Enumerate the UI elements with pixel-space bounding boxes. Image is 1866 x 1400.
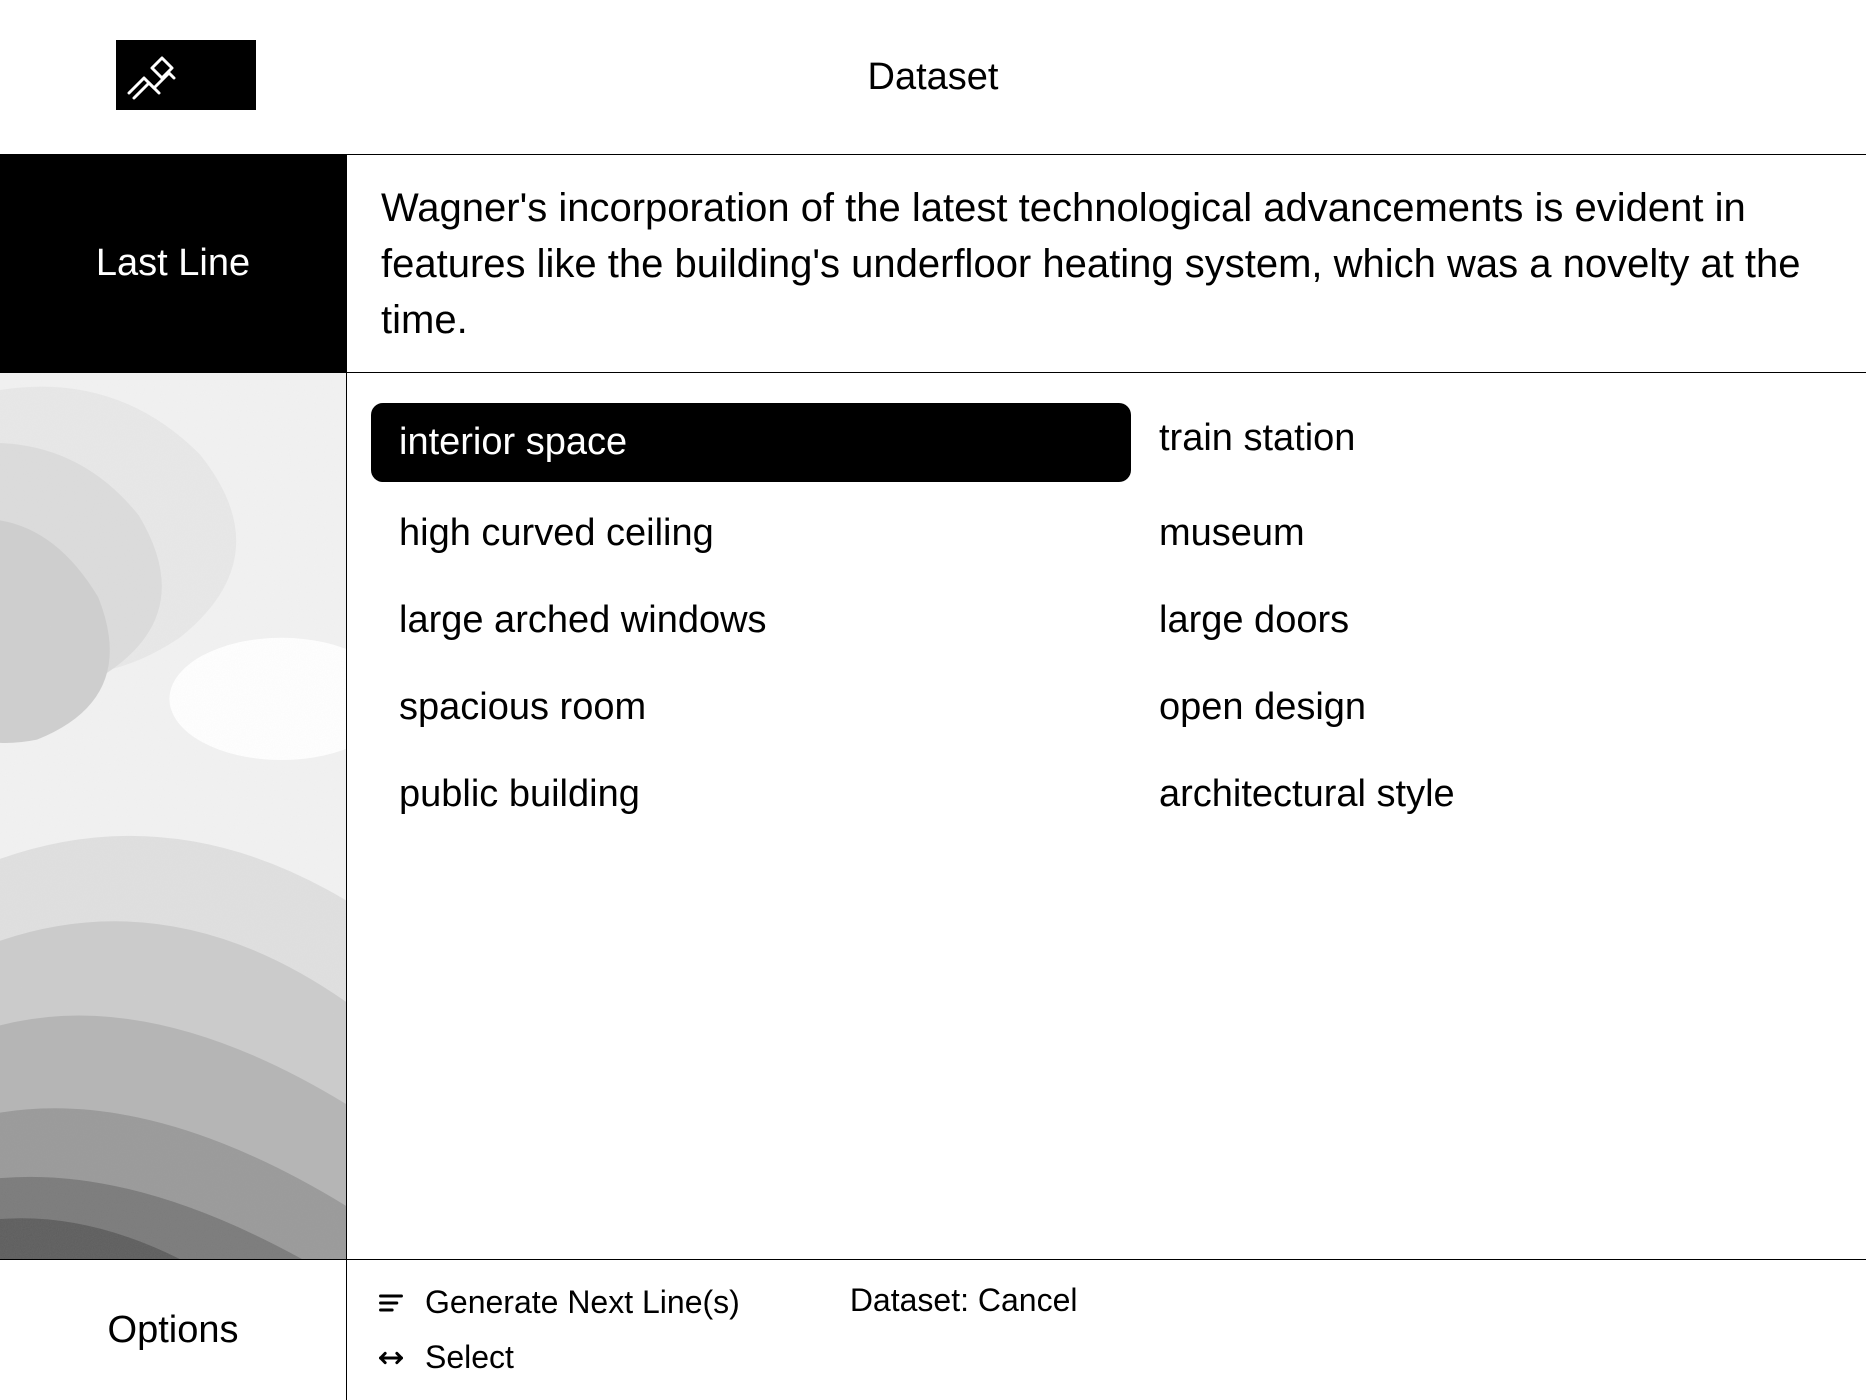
last-line-label: Last Line — [0, 155, 346, 373]
header: Dataset — [0, 0, 1866, 155]
arrows-horizontal-icon — [377, 1344, 405, 1372]
select-action[interactable]: Select — [377, 1339, 740, 1376]
option-large-doors[interactable]: large doors — [1131, 585, 1866, 656]
option-spacious-room[interactable]: spacious room — [371, 672, 1131, 743]
dataset-cancel-action[interactable]: Dataset: Cancel — [850, 1260, 1078, 1319]
option-open-design[interactable]: open design — [1131, 672, 1866, 743]
options-label: Options — [0, 1259, 346, 1400]
sidebar: Last Line — [0, 155, 347, 1400]
content-area: Wagner's incorporation of the latest tec… — [347, 155, 1866, 1400]
menu-lines-icon — [377, 1289, 405, 1317]
option-museum[interactable]: museum — [1131, 498, 1866, 569]
logo-hands-icon — [116, 40, 256, 110]
select-label: Select — [425, 1339, 514, 1376]
option-high-curved-ceiling[interactable]: high curved ceiling — [371, 498, 1131, 569]
generate-next-line-action[interactable]: Generate Next Line(s) — [377, 1284, 740, 1321]
option-large-arched-windows[interactable]: large arched windows — [371, 585, 1131, 656]
last-line-text-content: Wagner's incorporation of the latest tec… — [381, 180, 1866, 348]
page-title: Dataset — [868, 56, 999, 99]
generate-label: Generate Next Line(s) — [425, 1284, 740, 1321]
last-line-text: Wagner's incorporation of the latest tec… — [347, 155, 1866, 373]
main-area: Last Line — [0, 155, 1866, 1400]
option-interior-space[interactable]: interior space — [371, 403, 1131, 482]
sidebar-decorative-art — [0, 373, 346, 1259]
footer: Generate Next Line(s) Select Dataset: Ca… — [347, 1259, 1866, 1400]
option-train-station[interactable]: train station — [1131, 403, 1866, 474]
app-logo — [116, 40, 256, 110]
options-grid: interior space train station high curved… — [347, 373, 1866, 1259]
footer-left-actions: Generate Next Line(s) Select — [377, 1284, 740, 1376]
option-architectural-style[interactable]: architectural style — [1131, 759, 1866, 830]
option-public-building[interactable]: public building — [371, 759, 1131, 830]
